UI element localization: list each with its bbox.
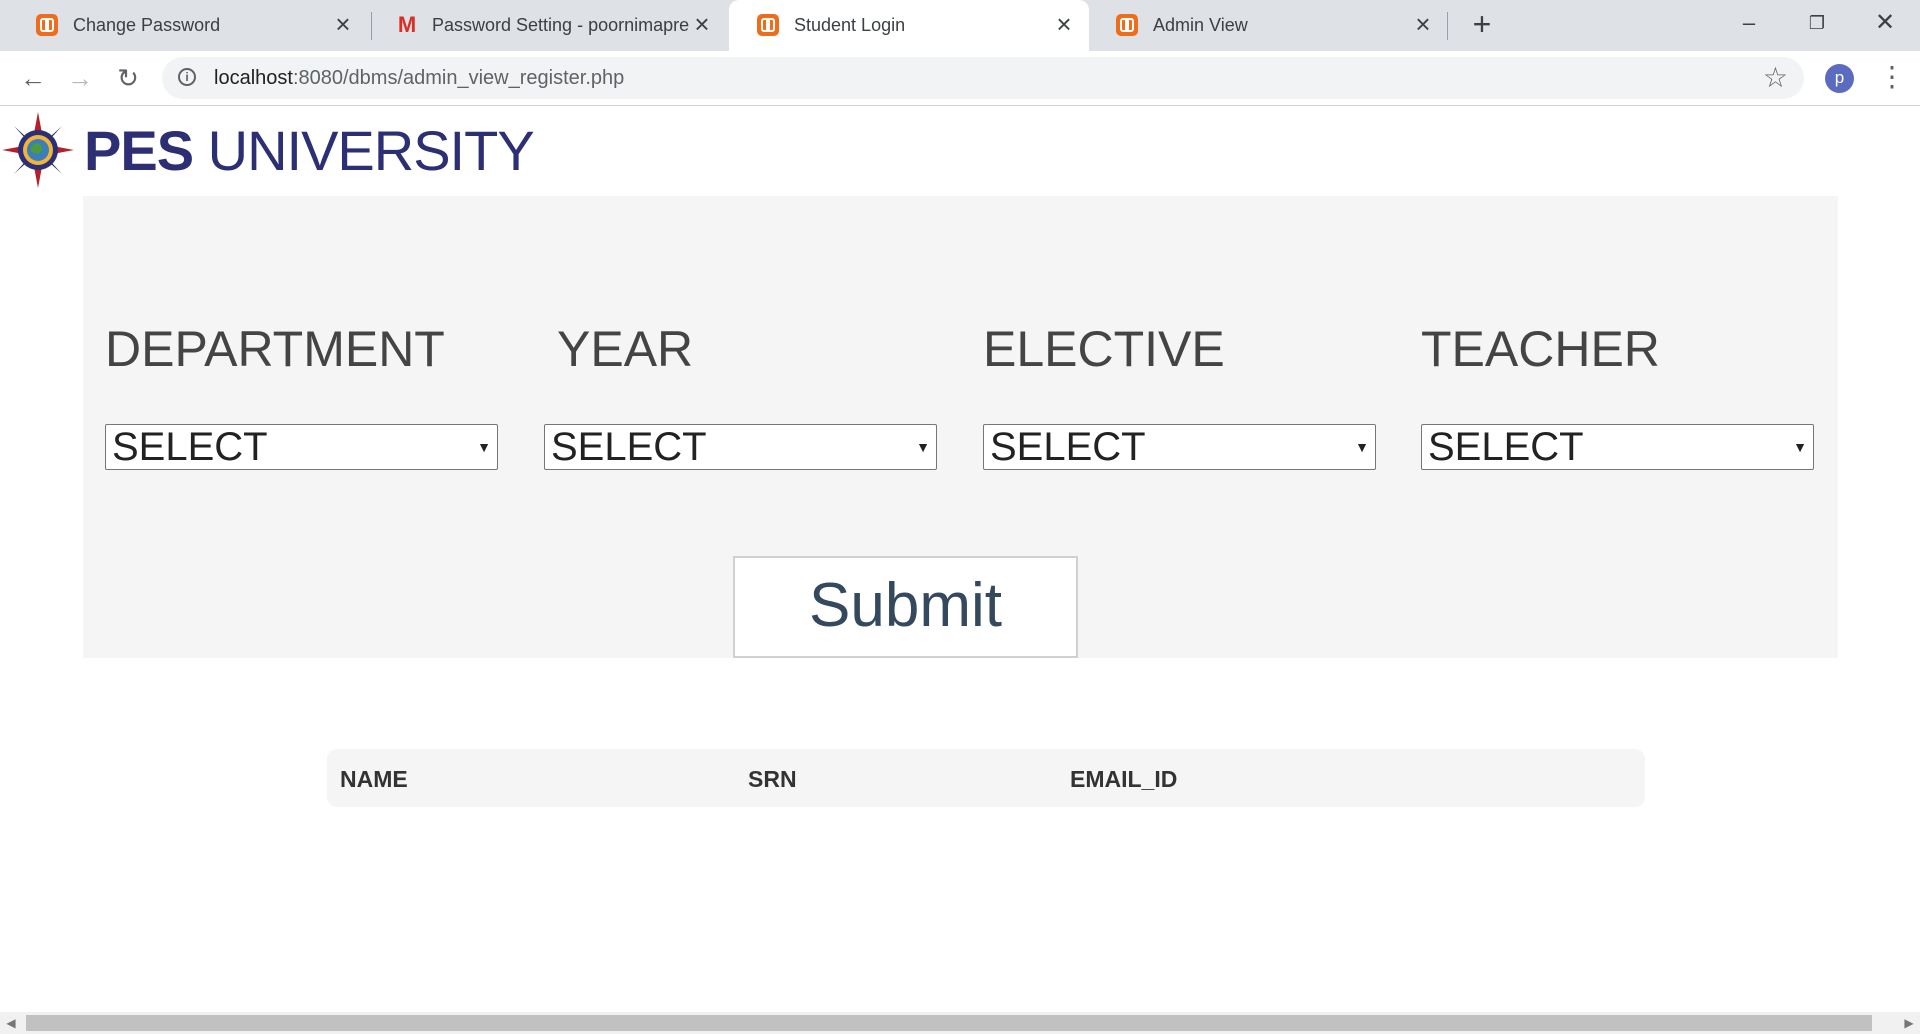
teacher-select-value: SELECT (1428, 425, 1584, 469)
close-icon[interactable]: × (1410, 11, 1436, 38)
logo-text: PES UNIVERSITY (84, 118, 535, 183)
xampp-icon (36, 14, 58, 36)
browser-tab-bar: Change Password × M Password Setting - p… (0, 0, 1920, 51)
elective-select[interactable]: SELECT ▼ (983, 424, 1376, 470)
minimize-icon[interactable]: – (1726, 6, 1772, 40)
column-header-srn: SRN (748, 766, 797, 792)
profile-avatar[interactable]: p (1825, 64, 1854, 93)
scroll-right-arrow-icon[interactable]: ▶ (1900, 1015, 1918, 1031)
tab-title: Password Setting - poornimapre (432, 15, 690, 35)
results-table-header: NAME SRN EMAIL_ID (327, 749, 1645, 807)
url-path: :8080/dbms/admin_view_register.php (292, 67, 625, 89)
dropdown-arrow-icon: ▼ (916, 439, 930, 455)
year-select-value: SELECT (551, 425, 707, 469)
logo-text-rest: UNIVERSITY (193, 119, 535, 182)
scrollbar-thumb[interactable] (26, 1015, 1872, 1031)
column-header-email: EMAIL_ID (1070, 766, 1178, 792)
department-label: DEPARTMENT (105, 321, 445, 377)
tab-password-setting[interactable]: M Password Setting - poornimapre × (367, 0, 727, 51)
info-icon[interactable]: i (178, 68, 196, 86)
bookmark-star-icon[interactable]: ☆ (1763, 62, 1788, 94)
forward-arrow-icon[interactable]: → (63, 61, 97, 95)
scroll-left-arrow-icon[interactable]: ◀ (2, 1015, 20, 1031)
horizontal-scrollbar[interactable]: ◀ ▶ (0, 1012, 1920, 1034)
address-bar[interactable]: i localhost:8080/dbms/admin_view_registe… (162, 57, 1804, 99)
department-select-value: SELECT (112, 425, 268, 469)
logo-text-bold: PES (84, 119, 194, 182)
reload-icon[interactable]: ↻ (111, 61, 145, 95)
dropdown-arrow-icon: ▼ (1793, 439, 1807, 455)
tab-title: Change Password (73, 15, 221, 35)
teacher-label: TEACHER (1421, 321, 1660, 377)
tab-student-login[interactable]: Student Login × (729, 0, 1089, 51)
kebab-menu-icon[interactable]: ⋮ (1878, 62, 1906, 94)
dropdown-arrow-icon: ▼ (477, 439, 491, 455)
elective-label: ELECTIVE (983, 321, 1225, 377)
browser-toolbar: ← → ↻ i localhost:8080/dbms/admin_view_r… (0, 51, 1920, 106)
university-logo: PES UNIVERSITY (0, 108, 535, 194)
department-select[interactable]: SELECT ▼ (105, 424, 498, 470)
tab-title: Admin View (1153, 15, 1248, 35)
tab-admin-view[interactable]: Admin View × (1088, 0, 1448, 51)
back-arrow-icon[interactable]: ← (16, 61, 50, 95)
teacher-select[interactable]: SELECT ▼ (1421, 424, 1814, 470)
filter-panel: DEPARTMENT YEAR ELECTIVE TEACHER SELECT … (83, 196, 1838, 658)
elective-select-value: SELECT (990, 425, 1146, 469)
xampp-icon (757, 14, 779, 36)
tab-separator (1447, 12, 1448, 40)
year-select[interactable]: SELECT ▼ (544, 424, 937, 470)
year-label: YEAR (557, 321, 694, 377)
url-host: localhost (214, 67, 293, 89)
dropdown-arrow-icon: ▼ (1355, 439, 1369, 455)
restore-icon[interactable]: ❐ (1794, 6, 1840, 40)
window-close-icon[interactable]: ✕ (1862, 6, 1908, 40)
close-icon[interactable]: × (330, 11, 356, 38)
gmail-icon: M (397, 12, 417, 37)
submit-button[interactable]: Submit (733, 556, 1078, 658)
compass-emblem-icon (2, 112, 74, 188)
close-icon[interactable]: × (1051, 11, 1077, 38)
url-text: localhost:8080/dbms/admin_view_register.… (214, 67, 624, 90)
tab-title: Student Login (794, 15, 906, 35)
new-tab-button[interactable]: + (1465, 8, 1499, 42)
xampp-icon (1116, 14, 1138, 36)
column-header-name: NAME (340, 766, 408, 792)
tab-change-password[interactable]: Change Password × (8, 0, 368, 51)
close-icon[interactable]: × (689, 11, 715, 38)
